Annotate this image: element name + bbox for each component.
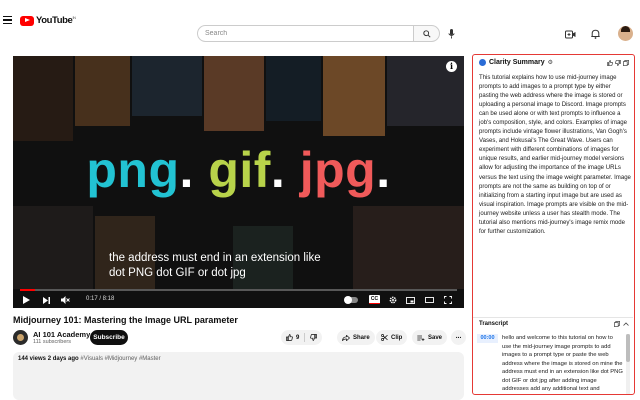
clip-button[interactable]: Clip xyxy=(376,330,408,345)
search-input[interactable] xyxy=(197,25,414,42)
add-to-playlist-icon xyxy=(417,335,425,341)
hashtags[interactable]: #Visuals #Midjourney #Master xyxy=(80,356,160,362)
clarity-summary-panel: Clarity Summary ⚙ This tutorial explains… xyxy=(472,54,635,395)
microphone-icon xyxy=(448,28,455,38)
headline-jpg: jpg xyxy=(299,142,377,198)
description-box[interactable]: 144 views 2 days ago #Visuals #Midjourne… xyxy=(13,352,464,400)
next-button[interactable] xyxy=(41,295,51,305)
transcript-label: Transcript xyxy=(479,321,509,327)
play-button[interactable] xyxy=(21,295,31,305)
save-button[interactable]: Save xyxy=(412,330,448,345)
subtitles-button[interactable]: CC xyxy=(369,295,380,304)
account-avatar[interactable] xyxy=(618,26,633,41)
share-label: Share xyxy=(353,334,370,341)
transcript-tools xyxy=(614,321,629,327)
description-meta: 144 views 2 days ago #Visuals #Midjourne… xyxy=(18,356,161,362)
gear-icon[interactable]: ⚙ xyxy=(548,59,553,66)
subscriber-count: 111 subscribers xyxy=(33,339,72,345)
copy-icon[interactable] xyxy=(614,321,620,327)
video-player[interactable]: png. gif. jpg. the address must end in a… xyxy=(13,56,464,308)
video-title: Midjourney 101: Mastering the Image URL … xyxy=(13,315,238,325)
copy-icon[interactable] xyxy=(623,60,629,66)
share-button[interactable]: Share xyxy=(337,330,375,345)
progress-bar[interactable] xyxy=(20,289,457,291)
fullscreen-icon xyxy=(444,296,452,304)
scissors-icon xyxy=(381,334,388,341)
video-caption: the address must end in an extension lik… xyxy=(109,252,321,279)
video-headline: png. gif. jpg. xyxy=(86,142,391,198)
player-controls: 0:17 / 8:18 CC xyxy=(13,292,464,308)
panel-divider xyxy=(473,317,633,318)
thumbs-down-icon xyxy=(310,334,318,341)
panel-title: Clarity Summary xyxy=(489,59,545,66)
create-video-icon xyxy=(564,30,575,38)
like-divider xyxy=(304,333,306,342)
channel-name[interactable]: AI 101 Academy xyxy=(33,330,90,339)
info-icon[interactable]: i xyxy=(446,61,457,72)
share-icon xyxy=(342,334,350,341)
headline-gif: gif xyxy=(208,142,271,198)
play-icon xyxy=(22,296,30,304)
panel-header: Clarity Summary ⚙ xyxy=(479,59,553,66)
like-count: 9 xyxy=(296,334,300,341)
transcript-timestamp[interactable]: 00:00 xyxy=(477,334,498,343)
search-icon xyxy=(422,29,431,38)
autoplay-toggle[interactable] xyxy=(344,296,358,304)
search-button[interactable] xyxy=(414,25,440,42)
clarity-logo-icon xyxy=(479,59,486,66)
transcript-scrollbar[interactable] xyxy=(626,334,630,394)
logo-text: YouTubeIN xyxy=(36,15,76,27)
search-bar xyxy=(197,25,440,42)
notifications-button[interactable] xyxy=(588,27,602,41)
thumbs-down-icon[interactable] xyxy=(615,60,621,66)
channel-avatar[interactable] xyxy=(13,330,28,345)
bell-icon xyxy=(590,29,600,39)
gear-icon xyxy=(389,296,397,304)
panel-actions xyxy=(607,60,629,66)
theater-icon xyxy=(424,297,434,303)
transcript-row[interactable]: 00:00 hello and welcome to this tutorial… xyxy=(477,334,625,394)
menu-icon[interactable] xyxy=(3,16,12,24)
transcript-text: hello and welcome to this tutorial on ho… xyxy=(502,335,623,392)
progress-fill xyxy=(20,289,36,291)
thumbs-up-icon[interactable] xyxy=(607,60,613,66)
volume-muted-icon xyxy=(60,296,70,304)
theater-mode-button[interactable] xyxy=(424,295,434,305)
chevron-up-icon[interactable] xyxy=(623,321,629,327)
youtube-play-icon xyxy=(20,15,34,26)
time-display: 0:17 / 8:18 xyxy=(86,296,115,302)
voice-search-button[interactable] xyxy=(445,27,458,40)
mute-button[interactable] xyxy=(60,295,70,305)
create-button[interactable] xyxy=(563,27,577,41)
like-dislike-group: 9 xyxy=(281,330,323,345)
summary-text: This tutorial explains how to use mid-jo… xyxy=(479,75,631,235)
fullscreen-button[interactable] xyxy=(443,295,453,305)
dislike-button[interactable] xyxy=(310,334,318,341)
headline-png: png xyxy=(86,142,180,198)
more-actions-button[interactable]: ... xyxy=(451,330,466,345)
subscribe-button[interactable]: Subscribe xyxy=(90,330,128,345)
youtube-logo[interactable]: YouTubeIN xyxy=(20,15,76,26)
settings-button[interactable] xyxy=(388,295,398,305)
thumbs-up-icon xyxy=(286,334,293,341)
miniplayer-icon xyxy=(405,296,415,304)
next-icon xyxy=(42,296,50,304)
view-count-date: 144 views 2 days ago xyxy=(18,356,79,362)
save-label: Save xyxy=(428,334,443,341)
miniplayer-button[interactable] xyxy=(405,295,415,305)
clip-label: Clip xyxy=(391,334,403,341)
like-button[interactable]: 9 xyxy=(286,334,299,341)
